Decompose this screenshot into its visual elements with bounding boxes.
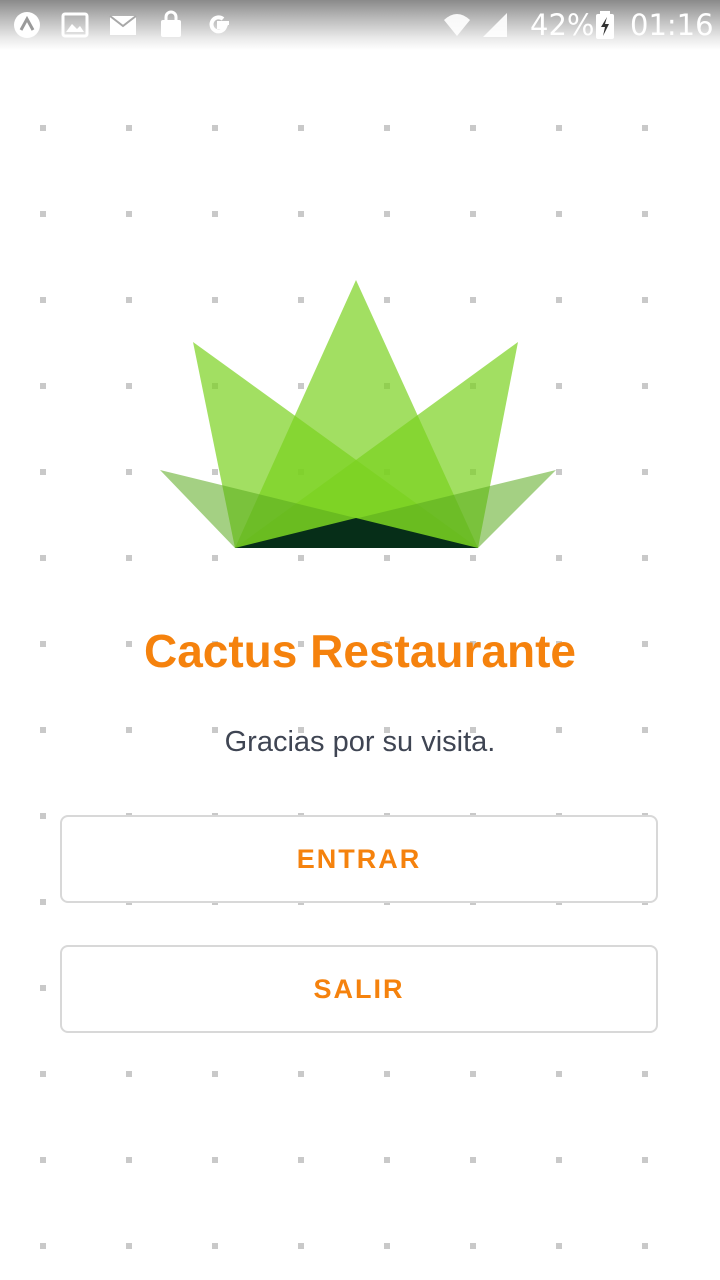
enter-button-label: ENTRAR — [296, 843, 422, 874]
app-notification-icon — [14, 12, 40, 38]
shopping-bag-icon — [161, 10, 181, 37]
thank-you-message: Gracias por su visita. — [224, 726, 496, 758]
clock-time: 01:16 — [630, 8, 714, 42]
exit-button-label: SALIR — [313, 973, 405, 1004]
exit-button[interactable]: SALIR — [60, 945, 658, 1033]
app-title: Cactus Restaurante — [143, 625, 577, 677]
battery-charging-icon — [596, 11, 614, 39]
image-icon — [61, 12, 89, 38]
google-icon — [209, 15, 229, 34]
wifi-icon — [444, 14, 470, 36]
battery-percentage: 42% — [530, 8, 595, 42]
enter-button[interactable]: ENTRAR — [60, 815, 658, 903]
status-bar: 42% 01:16 — [0, 0, 720, 50]
mail-icon — [109, 15, 137, 35]
signal-icon — [483, 13, 507, 37]
cactus-crown-logo — [160, 280, 556, 548]
